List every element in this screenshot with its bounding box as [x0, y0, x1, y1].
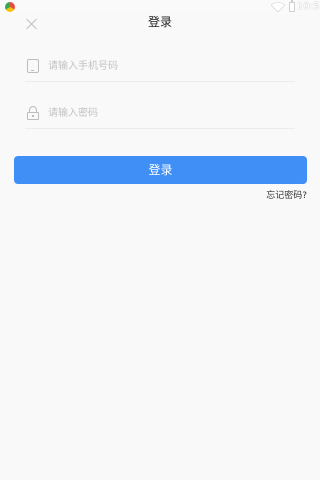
status-time: 10:57: [297, 1, 320, 12]
forgot-password-link[interactable]: 忘记密码?: [250, 189, 307, 203]
close-icon[interactable]: [25, 17, 39, 31]
phone-icon: [27, 59, 39, 73]
lock-icon: [27, 106, 39, 120]
wifi-icon: [271, 2, 285, 12]
battery-icon: [289, 0, 295, 12]
phone-field: [25, 54, 295, 82]
password-input[interactable]: [48, 104, 288, 122]
login-button[interactable]: 登录: [14, 156, 307, 184]
phone-input[interactable]: [48, 57, 288, 75]
password-field: [25, 101, 295, 129]
status-bar: 10:57: [0, 0, 320, 14]
app-icon: [5, 2, 15, 12]
header-bar: 登录: [0, 14, 320, 36]
page-title: 登录: [147, 15, 172, 29]
